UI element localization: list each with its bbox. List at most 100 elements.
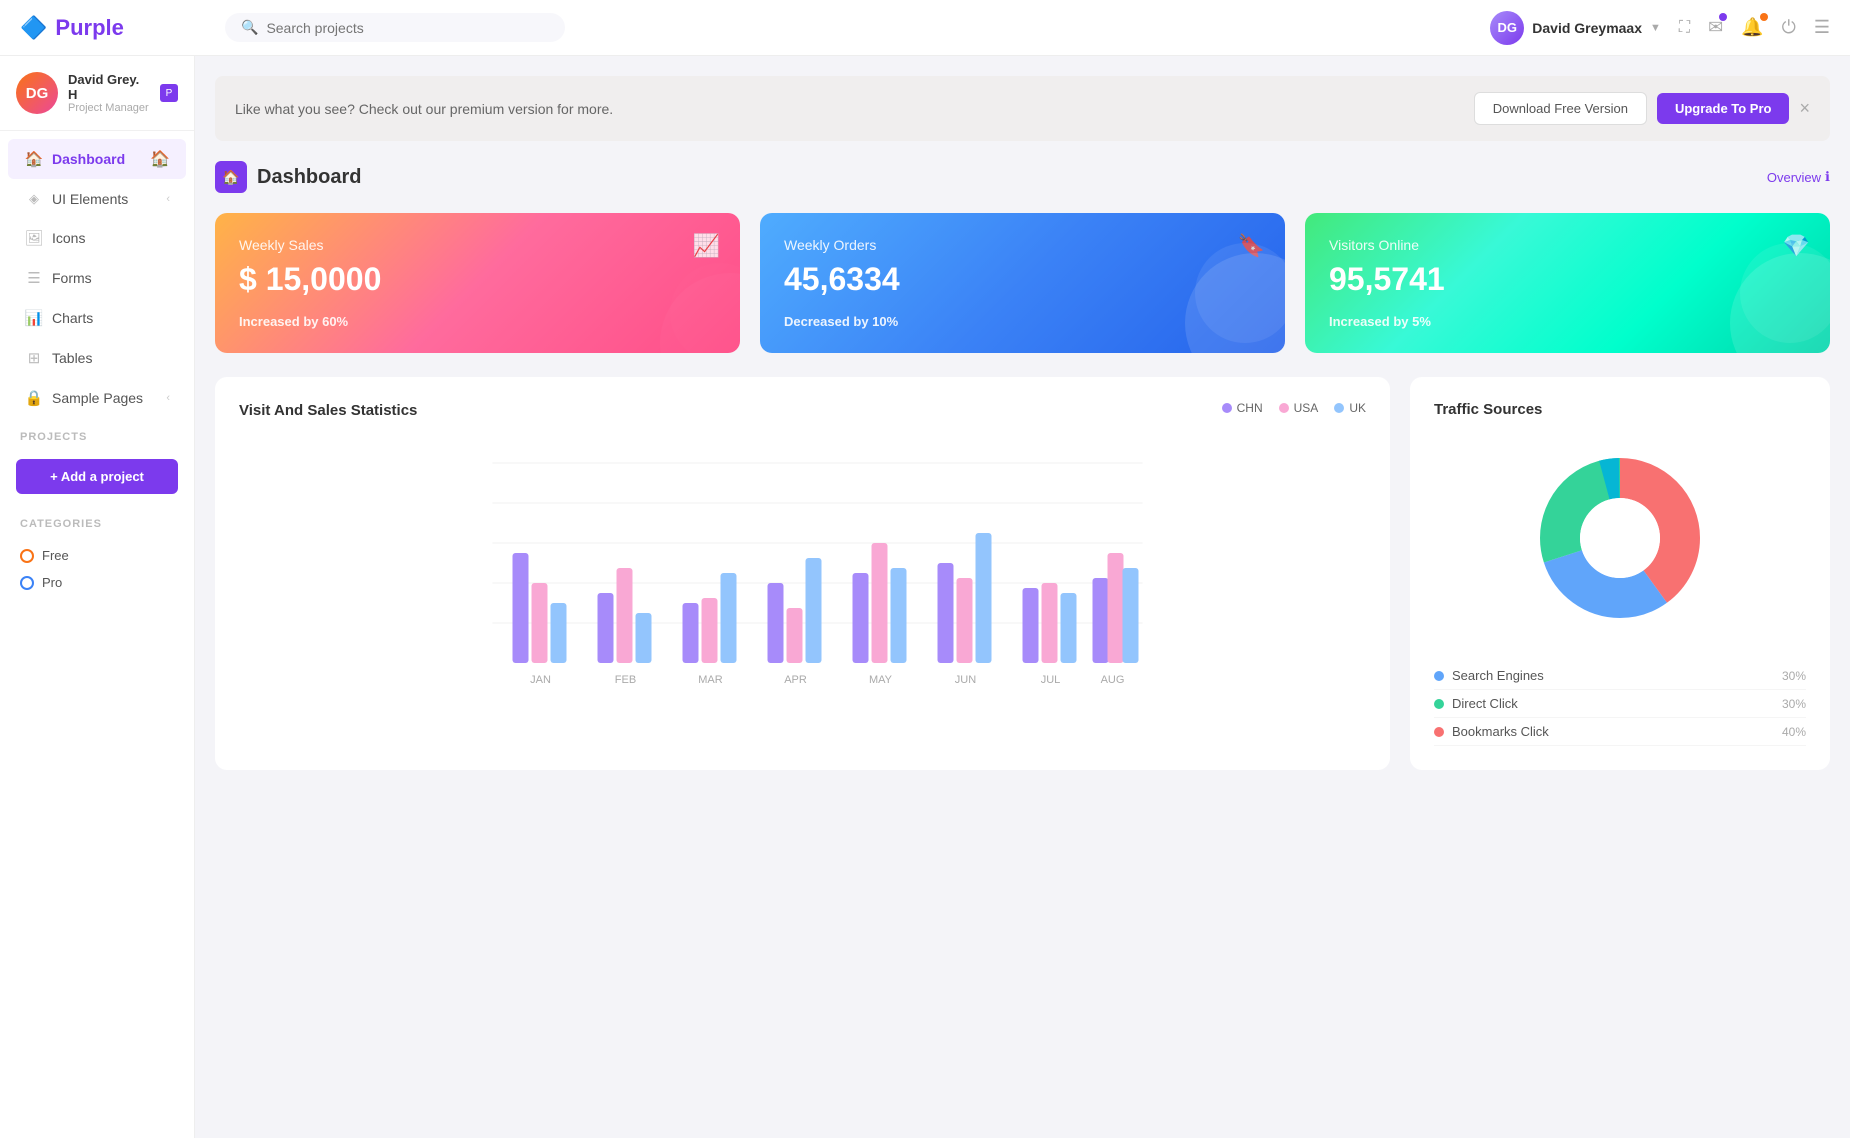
weekly-sales-change: Increased by 60% — [239, 314, 716, 329]
dashboard-header: 🏠 Dashboard Overview ℹ — [215, 161, 1830, 193]
svg-text:MAR: MAR — [698, 674, 723, 686]
chevron-down-icon: ▼ — [1650, 22, 1661, 34]
app-logo[interactable]: 🔷 Purple — [20, 15, 215, 41]
traffic-legend: Search Engines 30% Direct Click 30% — [1434, 662, 1806, 746]
power-icon[interactable]: ⏻ — [1782, 17, 1796, 38]
sidebar-item-sample-pages[interactable]: 🔒 Sample Pages ‹ — [8, 379, 186, 417]
traffic-title: Traffic Sources — [1434, 401, 1806, 418]
user-menu[interactable]: DG David Greymaax ▼ — [1490, 11, 1661, 45]
sidebar-item-charts[interactable]: 📊 Charts — [8, 299, 186, 337]
category-free[interactable]: Free — [20, 542, 174, 569]
bottom-panels: Visit And Sales Statistics CHN USA UK — [215, 377, 1830, 770]
banner-actions: Download Free Version Upgrade To Pro × — [1474, 92, 1810, 125]
app-name: Purple — [55, 15, 123, 41]
active-indicator: 🏠 — [150, 149, 170, 169]
mail-badge — [1719, 13, 1727, 21]
stat-card-weekly-orders: Weekly Orders 45,6334 Decreased by 10% 🔖 — [760, 213, 1285, 353]
search-input[interactable] — [266, 20, 549, 36]
sidebar-user-role: Project Manager — [68, 102, 150, 114]
sidebar-avatar: DG — [16, 72, 58, 114]
menu-icon[interactable]: ☰ — [1814, 17, 1830, 38]
topnav: 🔷 Purple 🔍 DG David Greymaax ▼ ⛶ ✉ 🔔 ⏻ ☰ — [0, 0, 1850, 56]
fullscreen-icon[interactable]: ⛶ — [1679, 19, 1690, 37]
svg-text:JUN: JUN — [955, 674, 976, 686]
sidebar: DG David Grey. H Project Manager P 🏠 Das… — [0, 56, 195, 1138]
weekly-sales-label: Weekly Sales — [239, 237, 716, 253]
search-icon: 🔍 — [241, 19, 258, 36]
visitors-label: Visitors Online — [1329, 237, 1806, 253]
stat-card-visitors: Visitors Online 95,5741 Increased by 5% … — [1305, 213, 1830, 353]
home-icon: 🏠 — [24, 150, 44, 168]
sidebar-user-name: David Grey. H — [68, 72, 150, 102]
chart-header: Visit And Sales Statistics CHN USA UK — [239, 401, 1366, 435]
icons-icon: 🖼 — [24, 229, 44, 247]
svg-text:MAY: MAY — [869, 674, 893, 686]
traffic-legend-search: Search Engines 30% — [1434, 662, 1806, 690]
direct-click-pct: 30% — [1782, 697, 1806, 711]
sidebar-item-label: Tables — [52, 350, 92, 366]
notification-badge — [1760, 13, 1768, 21]
upgrade-pro-button[interactable]: Upgrade To Pro — [1657, 93, 1790, 124]
chevron-icon: ‹ — [166, 392, 170, 404]
traffic-sources-panel: Traffic Sources — [1410, 377, 1830, 770]
forms-icon: ☰ — [24, 269, 44, 287]
main-content: Like what you see? Check out our premium… — [195, 56, 1850, 1138]
donut-chart-wrap — [1434, 438, 1806, 638]
search-engines-dot — [1434, 671, 1444, 681]
username: David Greymaax — [1532, 20, 1642, 36]
usa-dot — [1279, 403, 1289, 413]
svg-text:APR: APR — [784, 674, 807, 686]
stat-card-weekly-sales: Weekly Sales $ 15,0000 Increased by 60% … — [215, 213, 740, 353]
direct-click-label: Direct Click — [1452, 696, 1518, 711]
search-bar[interactable]: 🔍 — [225, 13, 565, 42]
svg-text:AUG: AUG — [1101, 674, 1125, 686]
sidebar-item-dashboard[interactable]: 🏠 Dashboard 🏠 — [8, 139, 186, 179]
direct-click-dot — [1434, 699, 1444, 709]
chart-title: Visit And Sales Statistics — [239, 402, 417, 419]
category-free-label: Free — [42, 548, 69, 563]
free-dot — [20, 549, 34, 563]
donut-chart — [1520, 438, 1720, 638]
page-title: Dashboard — [257, 166, 361, 189]
category-pro-label: Pro — [42, 575, 62, 590]
topnav-right: DG David Greymaax ▼ ⛶ ✉ 🔔 ⏻ ☰ — [1490, 11, 1830, 45]
promo-banner: Like what you see? Check out our premium… — [215, 76, 1830, 141]
layout: DG David Grey. H Project Manager P 🏠 Das… — [0, 56, 1850, 1138]
sidebar-item-label: Charts — [52, 310, 93, 326]
sidebar-item-forms[interactable]: ☰ Forms — [8, 259, 186, 297]
visit-stats-panel: Visit And Sales Statistics CHN USA UK — [215, 377, 1390, 770]
traffic-legend-bookmarks: Bookmarks Click 40% — [1434, 718, 1806, 746]
visitors-value: 95,5741 — [1329, 261, 1806, 298]
chart-legend: CHN USA UK — [1222, 401, 1366, 415]
sidebar-user-info: David Grey. H Project Manager — [68, 72, 150, 114]
category-pro[interactable]: Pro — [20, 569, 174, 596]
download-free-button[interactable]: Download Free Version — [1474, 92, 1647, 125]
svg-text:FEB: FEB — [615, 674, 636, 686]
weekly-orders-label: Weekly Orders — [784, 237, 1261, 253]
search-engines-label: Search Engines — [1452, 668, 1544, 683]
ui-elements-icon: ◈ — [24, 191, 44, 207]
weekly-sales-value: $ 15,0000 — [239, 261, 716, 298]
sidebar-item-tables[interactable]: ⊞ Tables — [8, 339, 186, 377]
mail-icon[interactable]: ✉ — [1708, 17, 1723, 38]
sidebar-item-label: Sample Pages — [52, 390, 143, 406]
sidebar-item-icons[interactable]: 🖼 Icons — [8, 219, 186, 257]
traffic-legend-direct: Direct Click 30% — [1434, 690, 1806, 718]
notification-icon[interactable]: 🔔 — [1741, 17, 1763, 38]
banner-close-button[interactable]: × — [1799, 98, 1810, 119]
overview-link[interactable]: Overview ℹ — [1767, 169, 1830, 185]
projects-section: Projects — [0, 419, 194, 447]
bar-chart: JAN FEB MAR APR — [239, 443, 1366, 703]
svg-text:JUL: JUL — [1041, 674, 1061, 686]
dashboard-icon: 🏠 — [215, 161, 247, 193]
uk-dot — [1334, 403, 1344, 413]
bookmarks-click-dot — [1434, 727, 1444, 737]
logo-icon: 🔷 — [20, 15, 47, 41]
banner-text: Like what you see? Check out our premium… — [235, 101, 613, 117]
chart-line-icon: 📈 — [693, 233, 720, 259]
sidebar-item-label: Icons — [52, 230, 85, 246]
sidebar-item-ui-elements[interactable]: ◈ UI Elements ‹ — [8, 181, 186, 217]
bookmarks-click-label: Bookmarks Click — [1452, 724, 1549, 739]
add-project-button[interactable]: + Add a project — [16, 459, 178, 494]
pro-dot — [20, 576, 34, 590]
